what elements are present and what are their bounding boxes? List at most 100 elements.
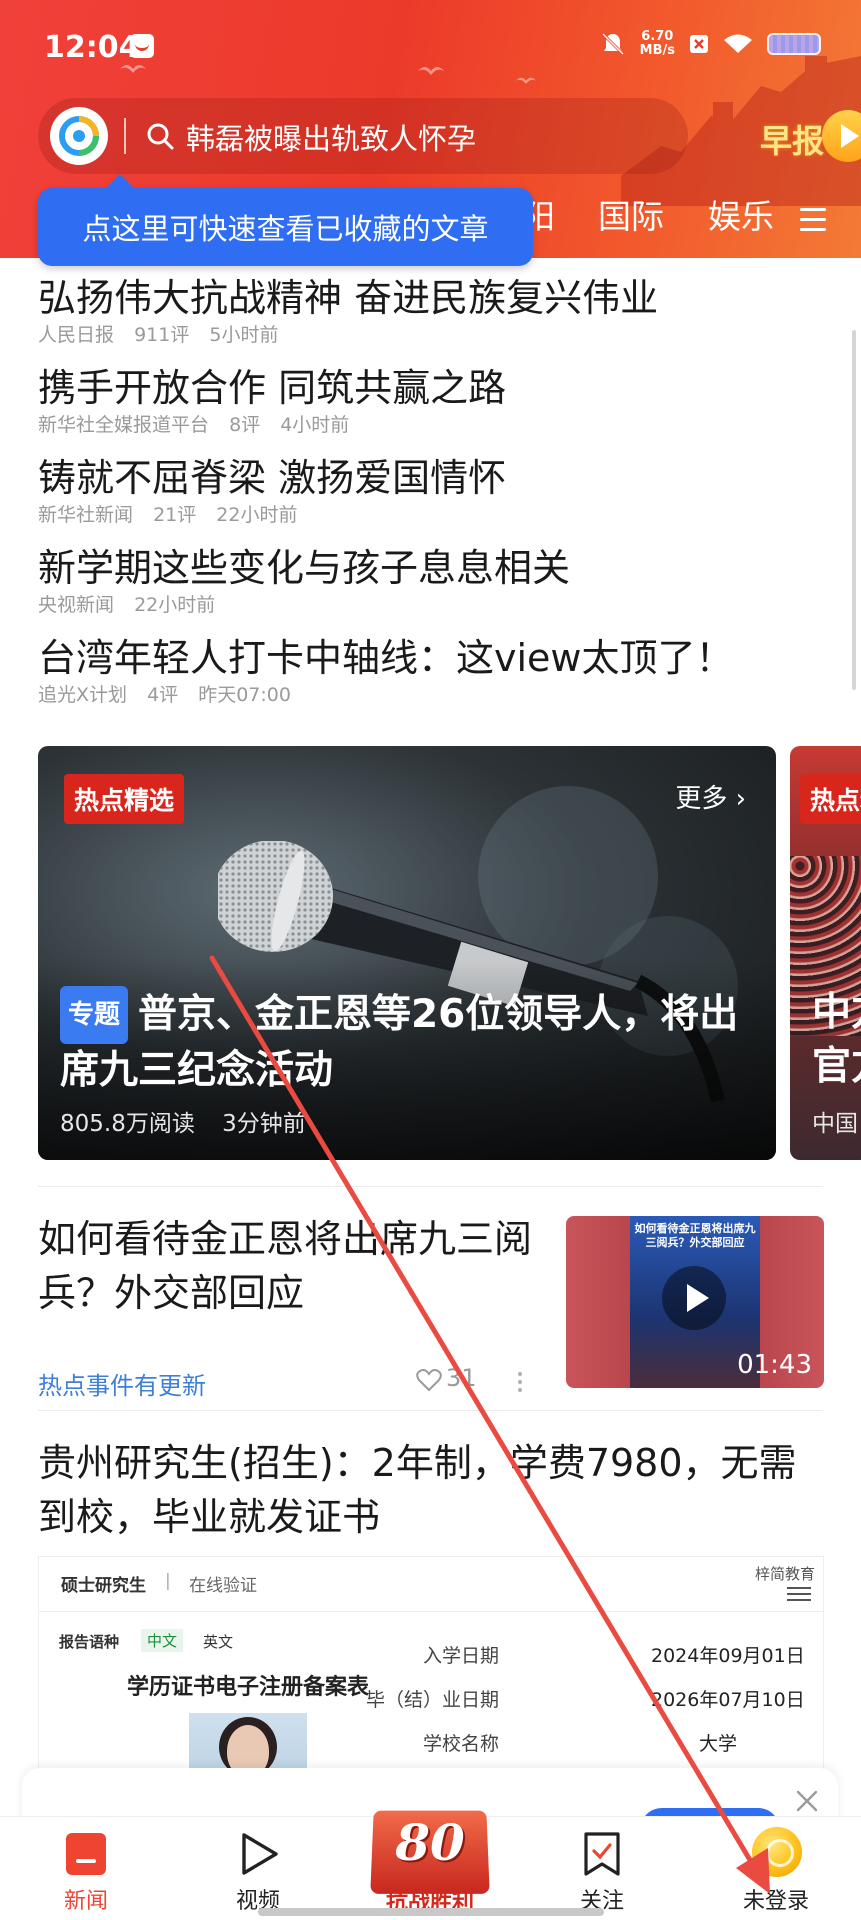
headline-source: 新华社新闻 xyxy=(38,504,134,526)
channel-menu-icon[interactable] xyxy=(800,208,826,232)
headline-source: 追光X计划 xyxy=(38,684,128,706)
doc-lang-label: 报告语种 xyxy=(59,1633,120,1651)
tab-international[interactable]: 国际 xyxy=(598,190,664,238)
hot-topic-title: 专题 普京、金正恩等26位领导人，将出席九三纪念活动 xyxy=(60,986,760,1098)
hot-picks-badge: 热点精选 xyxy=(800,774,861,824)
divider xyxy=(38,1410,823,1411)
headline-time: 昨天07:00 xyxy=(198,684,291,706)
doc-lang-chinese: 中文 xyxy=(141,1629,184,1652)
doc-row-label: 入学日期 xyxy=(422,1645,499,1667)
search-bar[interactable]: 韩磊被曝出轨致人怀孕 xyxy=(38,98,688,174)
favorites-tooltip[interactable]: 点这里可快速查看已收藏的文章 xyxy=(38,174,533,266)
bookmark-check-icon xyxy=(584,1832,620,1876)
headline-meta: 新华社新闻 21评 22小时前 xyxy=(38,502,828,528)
video-thumbnail[interactable]: 如何看待金正恩将出席九三阅兵？外交部回应 01:43 xyxy=(566,1216,824,1388)
headline-title: 台湾年轻人打卡中轴线：这view太顶了！ xyxy=(38,636,734,680)
scrollbar[interactable] xyxy=(852,330,856,690)
headline-source: 新华社全媒报道平台 xyxy=(38,414,210,436)
battery-icon xyxy=(767,33,821,55)
headline-meta: 央视新闻 22小时前 xyxy=(38,592,828,618)
search-row: 韩磊被曝出轨致人怀孕 早报 xyxy=(38,98,861,174)
nav-label-news: 新闻 xyxy=(63,1889,108,1914)
headline-meta: 追光X计划 4评 昨天07:00 xyxy=(38,682,828,708)
sim-off-icon xyxy=(690,35,708,53)
hot-topic-title-line: 官方 xyxy=(812,1044,861,1089)
headline-meta: 新华社全媒报道平台 8评 4小时前 xyxy=(38,412,828,438)
more-options-icon[interactable] xyxy=(518,1372,524,1392)
headline-time: 5小时前 xyxy=(209,324,279,346)
news-icon xyxy=(66,1833,106,1875)
search-hot-query[interactable]: 韩磊被曝出轨致人怀孕 xyxy=(186,116,476,158)
chevron-right-icon: › xyxy=(735,784,746,814)
heart-icon[interactable] xyxy=(416,1368,442,1392)
headline-title: 弘扬伟大抗战精神 奋进民族复兴伟业 xyxy=(38,276,659,320)
certificate-image[interactable]: 硕士研究生 | 在线验证 梓简教育 报告语种 中文 英文 学历证书电子注册备案表… xyxy=(38,1556,824,1776)
headline-comments: 911评 xyxy=(134,324,190,346)
hot-topic-title: 中方 官方 xyxy=(812,986,861,1094)
search-divider xyxy=(124,118,126,154)
headline-title: 携手开放合作 同筑共赢之路 xyxy=(38,366,507,410)
doc-header-left: 硕士研究生 xyxy=(61,1576,146,1596)
network-speed-unit: MB/s xyxy=(639,43,675,58)
bottom-navigation: 新闻 视频 80 抗战胜利 关注 未登录 xyxy=(0,1810,861,1920)
doc-row-label: 毕（结）业日期 xyxy=(365,1689,499,1711)
headline-comments: 4评 xyxy=(147,684,179,706)
read-count: 805.8万阅读 xyxy=(60,1111,195,1137)
victory-80-number: 80 xyxy=(395,1813,465,1872)
home-indicator[interactable] xyxy=(258,1908,604,1916)
headline-meta: 人民日报 911评 5小时前 xyxy=(38,322,828,348)
message-notification-icon xyxy=(130,34,154,58)
headline-source: 人民日报 xyxy=(38,324,115,346)
more-label: 更多 xyxy=(675,784,728,814)
hot-topic-title-line: 中方 xyxy=(812,990,861,1035)
app-logo-icon[interactable] xyxy=(50,107,108,165)
avatar xyxy=(752,1827,802,1877)
doc-menu-icon xyxy=(787,1587,811,1605)
nav-item-profile[interactable]: 未登录 xyxy=(716,1817,836,1920)
like-count: 31 xyxy=(446,1364,477,1392)
hot-topic-title-text: 普京、金正恩等26位领导人，将出席九三纪念活动 xyxy=(60,992,739,1093)
tooltip-text: 点这里可快速查看已收藏的文章 xyxy=(82,212,489,246)
headline-item[interactable]: 铸就不屈脊梁 激扬爱国情怀 新华社新闻 21评 22小时前 xyxy=(38,454,828,544)
headline-item[interactable]: 弘扬伟大抗战精神 奋进民族复兴伟业 人民日报 911评 5小时前 xyxy=(38,274,828,364)
headline-comments: 21评 xyxy=(153,504,197,526)
more-link[interactable]: 更多 › xyxy=(675,778,746,815)
play-icon[interactable] xyxy=(662,1266,726,1330)
hot-topic-card-next[interactable]: 热点精选 中方 官方 中国 xyxy=(790,746,861,1160)
tab-entertainment[interactable]: 娱乐 xyxy=(708,190,774,238)
hot-topic-meta: 805.8万阅读 3分钟前 xyxy=(60,1104,326,1138)
doc-row-label: 学校名称 xyxy=(422,1733,499,1755)
doc-row-value: 2024年09月01日 xyxy=(651,1645,805,1667)
nav-item-video[interactable]: 视频 xyxy=(198,1817,318,1920)
doc-row-value: 2026年07月10日 xyxy=(651,1689,805,1711)
divider xyxy=(38,1186,823,1187)
headline-item[interactable]: 新学期这些变化与孩子息息相关 央视新闻 22小时前 xyxy=(38,544,828,634)
headline-title: 铸就不屈脊梁 激扬爱国情怀 xyxy=(38,456,507,500)
network-speed-value: 6.70 xyxy=(641,29,674,44)
headline-time: 22小时前 xyxy=(216,504,298,526)
nav-item-follow[interactable]: 关注 xyxy=(542,1817,662,1920)
hot-topic-card[interactable]: 热点精选 更多 › 专题 普京、金正恩等26位领导人，将出席九三纪念活动 805.… xyxy=(38,746,776,1160)
search-icon xyxy=(147,123,174,150)
doc-lang-english: 英文 xyxy=(203,1633,234,1651)
close-icon[interactable] xyxy=(794,1788,820,1814)
wifi-icon xyxy=(724,34,752,53)
headline-list: 弘扬伟大抗战精神 奋进民族复兴伟业 人民日报 911评 5小时前 携手开放合作 … xyxy=(38,274,828,724)
hot-event-update-tag[interactable]: 热点事件有更新 xyxy=(38,1366,206,1401)
play-icon xyxy=(822,110,861,162)
doc-separator: | xyxy=(165,1571,171,1591)
video-play-icon xyxy=(242,1833,278,1875)
headline-item[interactable]: 台湾年轻人打卡中轴线：这view太顶了！ 追光X计划 4评 昨天07:00 xyxy=(38,634,828,724)
topic-badge: 专题 xyxy=(60,986,129,1044)
nav-item-victory-80[interactable]: 80 抗战胜利 xyxy=(370,1803,490,1920)
headline-item[interactable]: 携手开放合作 同筑共赢之路 新华社全媒报道平台 8评 4小时前 xyxy=(38,364,828,454)
article-title[interactable]: 如何看待金正恩将出席九三阅兵？外交部回应 xyxy=(38,1212,558,1320)
article-title[interactable]: 贵州研究生(招生)：2年制，学费7980，无需到校，毕业就发证书 xyxy=(38,1436,828,1544)
doc-row-value: 大学 xyxy=(699,1733,738,1755)
headline-source: 央视新闻 xyxy=(38,594,115,616)
headline-comments: 8评 xyxy=(229,414,261,436)
morning-report-button[interactable]: 早报 xyxy=(718,106,861,168)
nav-item-news[interactable]: 新闻 xyxy=(26,1817,146,1920)
doc-portrait-photo xyxy=(189,1713,307,1775)
video-duration: 01:43 xyxy=(737,1350,812,1380)
